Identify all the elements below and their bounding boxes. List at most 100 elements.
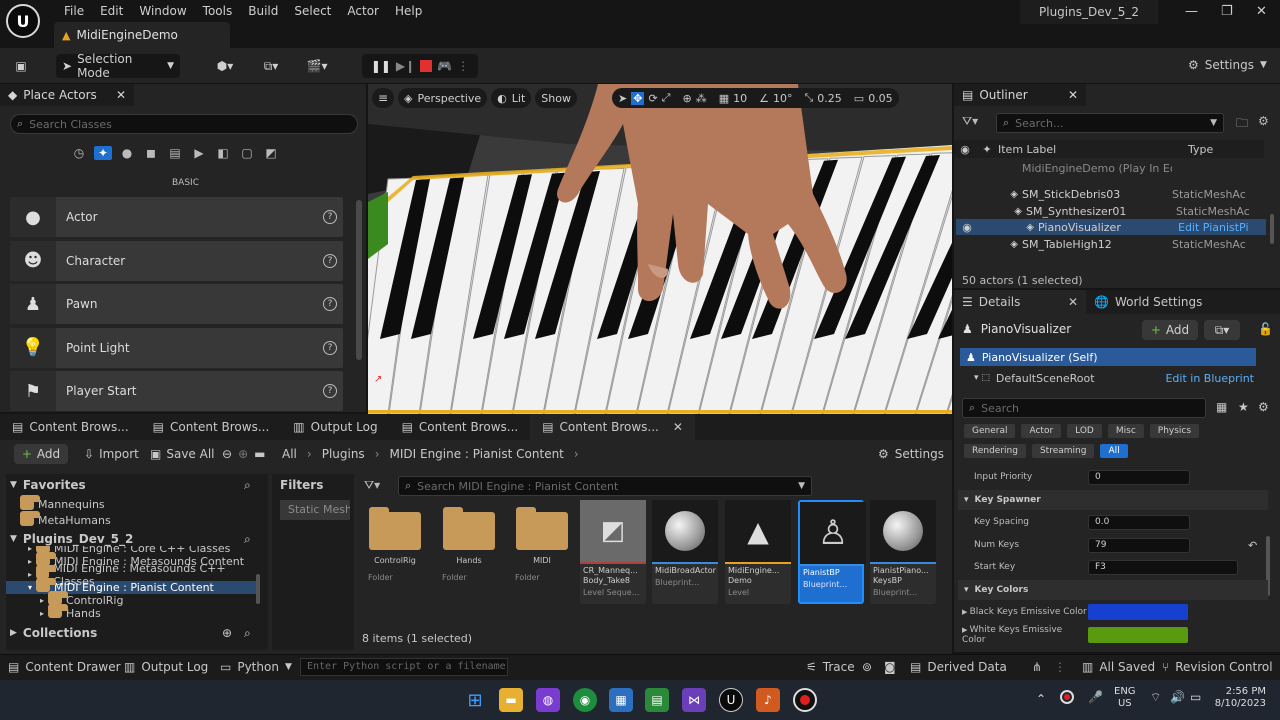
visibility-icon[interactable]: ◉: [956, 221, 978, 234]
cb-tab[interactable]: ▤ Content Brows...: [141, 414, 282, 440]
asset-search-input[interactable]: ⌕ Search MIDI Engine : Pianist Content ▼: [398, 476, 812, 496]
add-actor-icon[interactable]: ⬢▾: [206, 54, 244, 78]
cb-tab[interactable]: ▤ Content Brows...: [0, 414, 141, 440]
project-header[interactable]: ▼ Plugins_Dev_5_2: [10, 532, 133, 546]
microphone-icon[interactable]: 🎤: [1088, 690, 1103, 704]
filter-general[interactable]: General: [964, 424, 1016, 438]
actor-item[interactable]: ⚑ Player Start?: [10, 371, 343, 411]
recording-indicator-icon[interactable]: [1060, 690, 1074, 704]
outliner-row[interactable]: ◈ SM_TableHigh12 StaticMeshAc: [956, 236, 1266, 252]
scene-root-row[interactable]: ▾ ⬚ DefaultSceneRoot Edit in Blueprint: [974, 370, 1254, 386]
close-tab-icon[interactable]: ✕: [116, 88, 126, 102]
add-component-button[interactable]: + Add: [1142, 320, 1198, 340]
light-icon[interactable]: ●: [118, 146, 136, 160]
breadcrumb-item[interactable]: Plugins: [322, 447, 365, 461]
black-keys-color-swatch[interactable]: [1088, 604, 1188, 620]
settings-button[interactable]: ⚙ Settings ▼: [1188, 58, 1267, 72]
actor-item[interactable]: ● Actor?: [10, 197, 343, 237]
perspective-button[interactable]: ◈ Perspective: [398, 88, 488, 108]
scrollbar[interactable]: [256, 574, 260, 604]
filter-rendering[interactable]: Rendering: [964, 444, 1026, 458]
item-label-column[interactable]: Item Label: [998, 143, 1188, 156]
filter-misc[interactable]: Misc: [1107, 424, 1144, 438]
shapes-icon[interactable]: ◼: [142, 146, 160, 160]
photos-app-icon[interactable]: ◍: [536, 688, 560, 712]
breadcrumb-item[interactable]: MIDI Engine : Pianist Content: [390, 447, 564, 461]
geometry-icon[interactable]: ◧: [214, 146, 232, 160]
new-folder-icon[interactable]: 🗀: [1236, 114, 1248, 135]
camera-icon[interactable]: ▭: [854, 92, 864, 105]
outliner-row[interactable]: ◉ ◈ PianoVisualizer Edit PianistPi: [956, 219, 1266, 235]
close-tab-icon[interactable]: ✕: [1068, 88, 1078, 102]
close-tab-icon[interactable]: ✕: [1068, 295, 1078, 309]
asset-tile[interactable]: PianistPiano... KeysBP Blueprint...: [870, 500, 936, 604]
add-collection-icon[interactable]: ⊕: [222, 626, 232, 640]
basic-icon[interactable]: ✦: [94, 146, 112, 160]
details-tab[interactable]: ☰ Details ✕: [954, 290, 1086, 314]
chrome-icon[interactable]: ◉: [573, 688, 597, 712]
lit-button[interactable]: ◐ Lit: [491, 88, 532, 108]
scrollbar[interactable]: [1270, 214, 1274, 244]
wifi-icon[interactable]: ⌔: [1150, 690, 1161, 705]
import-button[interactable]: ⇩ Import: [84, 447, 139, 461]
filter-streaming[interactable]: Streaming: [1031, 444, 1095, 458]
rotate-icon[interactable]: ⟳: [648, 92, 657, 105]
asset-folder[interactable]: ControlRig Folder: [362, 500, 428, 604]
gamepad-icon[interactable]: 🎮: [437, 59, 452, 73]
key-spacing-field[interactable]: 0.0: [1088, 514, 1190, 530]
outliner-row[interactable]: MidiEngineDemo (Play In Editor): [956, 161, 1266, 175]
close-icon[interactable]: ✕: [1256, 4, 1267, 19]
unreal-logo-icon[interactable]: U: [6, 4, 40, 38]
breadcrumb-item[interactable]: All: [282, 447, 297, 461]
outliner-tab[interactable]: ▤ Outliner ✕: [954, 84, 1086, 106]
project-tab[interactable]: ▲ MidiEngineDemo: [54, 22, 230, 48]
screenshot-icon[interactable]: ◙: [884, 660, 896, 674]
white-keys-color-swatch[interactable]: [1088, 627, 1188, 643]
static-mesh-filter[interactable]: Static Mesh: [280, 500, 350, 520]
asset-tile[interactable]: ◩ CR_Manneq... Body_Take8 Level Seque...: [580, 500, 646, 604]
camera-speed-value[interactable]: 0.05: [868, 92, 893, 105]
filter-dropdown-icon[interactable]: ⛛▾: [364, 478, 380, 493]
output-log-button[interactable]: ▥ Output Log: [124, 660, 208, 674]
details-settings-icon[interactable]: ⚙: [1258, 400, 1269, 414]
favorites-header[interactable]: ▼ Favorites: [10, 478, 86, 492]
outliner-settings-icon[interactable]: ⚙: [1258, 114, 1269, 128]
actor-item[interactable]: ☻ Character?: [10, 240, 343, 281]
select-icon[interactable]: ➤: [618, 92, 627, 105]
filter-actor[interactable]: Actor: [1021, 424, 1062, 438]
volumes-icon[interactable]: ▢: [238, 146, 256, 160]
reset-icon[interactable]: ↶: [1248, 539, 1257, 552]
back-icon[interactable]: ⊖: [222, 447, 232, 461]
scale-snap-value[interactable]: 0.25: [817, 92, 842, 105]
trace-button[interactable]: ⚟ Trace: [806, 660, 855, 674]
fav-item[interactable]: MetaHumans: [20, 510, 111, 527]
cb-tab[interactable]: ▤ Content Brows...: [390, 414, 531, 440]
minimize-icon[interactable]: —: [1185, 4, 1198, 19]
move-icon[interactable]: ✥: [631, 91, 645, 105]
self-component-row[interactable]: ♟ PianoVisualizer (Self): [960, 348, 1256, 366]
blueprint-options-button[interactable]: ⧉▾: [1204, 320, 1240, 340]
folder-tree-item[interactable]: ▸ ControlRig: [6, 591, 258, 607]
filter-lod[interactable]: LOD: [1067, 424, 1102, 438]
scrollbar[interactable]: [356, 200, 362, 360]
file-explorer-icon[interactable]: ▬: [499, 688, 523, 712]
volume-icon[interactable]: 🔊: [1170, 690, 1185, 704]
more-icon[interactable]: ⋮: [457, 59, 469, 73]
world-settings-tab[interactable]: 🌐 World Settings: [1086, 295, 1202, 309]
world-icon[interactable]: ⊕: [682, 92, 691, 105]
filter-all[interactable]: All: [1100, 444, 1128, 458]
cb-tab[interactable]: ▥ Output Log: [281, 414, 389, 440]
outliner-row[interactable]: ◈ SM_StickDebris03 StaticMeshAc: [956, 186, 1266, 202]
type-column[interactable]: Type: [1188, 143, 1213, 156]
python-dropdown[interactable]: ▭ Python ▼: [220, 660, 292, 674]
fav-item[interactable]: Mannequins: [20, 494, 105, 511]
table-view-icon[interactable]: ▦: [1216, 400, 1227, 414]
angle-icon[interactable]: ∠: [759, 92, 769, 105]
grid-icon[interactable]: ▦: [719, 92, 729, 105]
visibility-icon[interactable]: ◉: [954, 143, 976, 156]
all-saved-button[interactable]: ▥ All Saved: [1082, 660, 1155, 674]
surface-snap-icon[interactable]: ⁂: [696, 92, 707, 105]
tray-expand-icon[interactable]: ⌃: [1036, 692, 1046, 706]
menu-edit[interactable]: Edit: [92, 2, 131, 20]
asset-folder[interactable]: Hands Folder: [436, 500, 502, 604]
